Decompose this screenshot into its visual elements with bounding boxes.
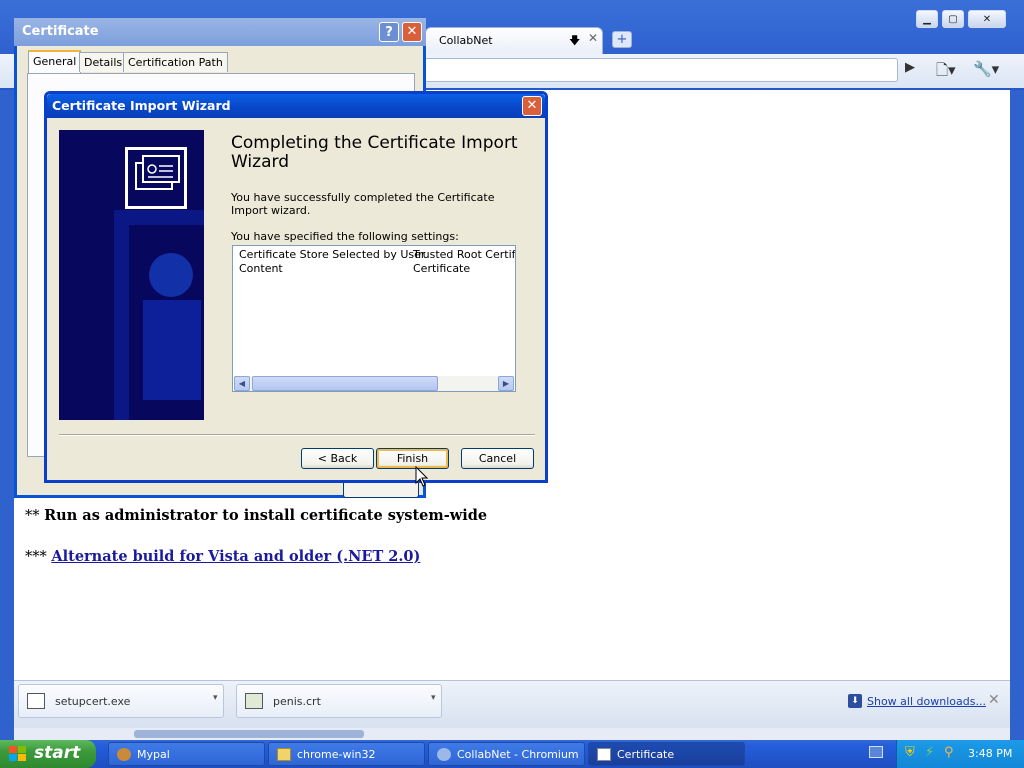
wizard-side-banner <box>59 130 204 420</box>
scrollbar-thumb[interactable] <box>252 376 438 391</box>
tab-close-icon[interactable]: ✕ <box>588 31 598 45</box>
wizard-title: Certificate Import Wizard <box>52 98 231 113</box>
keyboard-icon[interactable] <box>869 746 883 758</box>
windows-flag-icon <box>9 746 26 761</box>
tab-general[interactable]: General <box>28 50 82 73</box>
page-menu-icon[interactable]: 🗋▾ <box>936 60 956 85</box>
network-icon[interactable]: ⚡ <box>925 745 934 760</box>
exe-file-icon <box>27 693 45 709</box>
certificate-titlebar: Certificate <box>14 18 426 46</box>
setting-value: Certificate <box>413 262 471 275</box>
certificate-file-icon <box>245 693 263 709</box>
admin-note-text: Run as administrator to install certific… <box>44 507 488 524</box>
download-filename: setupcert.exe <box>55 695 131 708</box>
maximize-button[interactable]: ▢ <box>942 10 964 28</box>
settings-label: You have specified the following setting… <box>231 230 459 243</box>
clock: 3:48 PM <box>968 747 1013 760</box>
wrench-icon[interactable]: 🔧▾ <box>973 60 999 78</box>
certificate-banner-icon <box>59 130 204 420</box>
taskbar-item-label: CollabNet - Chromium <box>457 748 579 761</box>
certificate-title: Certificate <box>22 24 99 39</box>
admin-note-prefix: ** <box>25 508 45 524</box>
dropdown-arrow-icon[interactable]: ▾ <box>213 693 218 703</box>
close-button[interactable]: ✕ <box>402 22 422 42</box>
taskbar-item-label: chrome-win32 <box>297 748 376 761</box>
scroll-right-icon[interactable]: ▶ <box>498 376 514 391</box>
setting-value: Trusted Root Certific <box>413 248 515 261</box>
dialog-window-icon <box>597 748 611 761</box>
address-bar[interactable] <box>424 58 898 82</box>
mypal-icon <box>117 748 131 761</box>
minimize-button[interactable]: ▁ <box>916 10 938 28</box>
new-tab-button[interactable]: + <box>612 31 632 48</box>
download-arrow-icon: 🡇 <box>569 34 581 47</box>
download-filename: penis.crt <box>273 695 321 708</box>
settings-viewport: Certificate Store Selected by User Trust… <box>233 246 515 374</box>
taskbar-item-label: Certificate <box>617 748 675 761</box>
arrow-cursor-icon <box>415 465 429 487</box>
settings-list[interactable]: Certificate Store Selected by User Trust… <box>232 245 516 392</box>
security-shield-icon[interactable]: ⛨ <box>905 745 915 760</box>
taskbar-item-certificate[interactable]: Certificate <box>588 742 745 766</box>
window-border-right <box>1010 90 1024 740</box>
go-icon[interactable]: ▶ <box>905 60 915 75</box>
taskbar-item-mypal[interactable]: Mypal <box>108 742 265 766</box>
tab-collabnet[interactable]: CollabNet 🡇 ✕ <box>425 27 603 54</box>
alternate-build-prefix: *** <box>25 549 52 565</box>
taskbar-item-label: Mypal <box>137 748 170 761</box>
alternate-build-line: *** Alternate build for Vista and older … <box>25 548 420 565</box>
folder-icon <box>277 748 291 761</box>
search-icon[interactable]: ⚲ <box>944 745 954 760</box>
wizard-separator <box>59 434 535 436</box>
close-shelf-icon[interactable]: ✕ <box>988 692 1000 708</box>
tab-title: CollabNet <box>439 34 493 47</box>
success-text: You have successfully completed the Cert… <box>231 191 495 217</box>
wizard-heading: Completing the Certificate Import Wizard <box>231 133 518 172</box>
close-button[interactable]: ✕ <box>522 96 542 116</box>
cancel-button[interactable]: Cancel <box>461 448 534 469</box>
dropdown-arrow-icon[interactable]: ▾ <box>431 693 436 703</box>
start-button[interactable]: start <box>0 740 96 768</box>
show-all-downloads-link[interactable]: Show all downloads... <box>867 695 986 708</box>
close-button[interactable]: ✕ <box>968 10 1006 28</box>
taskbar-item-collabnet[interactable]: CollabNet - Chromium <box>428 742 585 766</box>
admin-note: ** Run as administrator to install certi… <box>25 507 487 524</box>
taskbar-item-chrome-win32[interactable]: chrome-win32 <box>268 742 425 766</box>
chromium-icon <box>437 748 451 761</box>
tab-certification-path[interactable]: Certification Path <box>123 52 228 72</box>
help-button[interactable]: ? <box>379 22 399 42</box>
finish-button[interactable]: Finish <box>376 448 449 469</box>
tab-details[interactable]: Details <box>79 52 128 72</box>
window-border-left <box>0 90 14 740</box>
alternate-build-link[interactable]: Alternate build for Vista and older (.NE… <box>51 548 420 565</box>
downloads-icon: ⬇ <box>848 694 862 708</box>
horizontal-scrollbar[interactable] <box>14 728 1010 740</box>
settings-horizontal-scrollbar[interactable]: ◀ ▶ <box>234 376 514 391</box>
scroll-left-icon[interactable]: ◀ <box>234 376 250 391</box>
start-label: start <box>34 743 81 763</box>
setting-name: Content <box>239 262 283 275</box>
setting-name: Certificate Store Selected by User <box>239 248 426 261</box>
download-item-crt[interactable]: penis.crt ▾ <box>236 684 442 718</box>
scrollbar-thumb[interactable] <box>134 730 364 738</box>
wizard-titlebar: Certificate Import Wizard <box>47 94 545 118</box>
download-item-setupcert[interactable]: setupcert.exe ▾ <box>18 684 224 718</box>
back-button[interactable]: < Back <box>301 448 374 469</box>
certificate-import-wizard: Certificate Import Wizard ✕ Completing t… <box>44 91 548 483</box>
